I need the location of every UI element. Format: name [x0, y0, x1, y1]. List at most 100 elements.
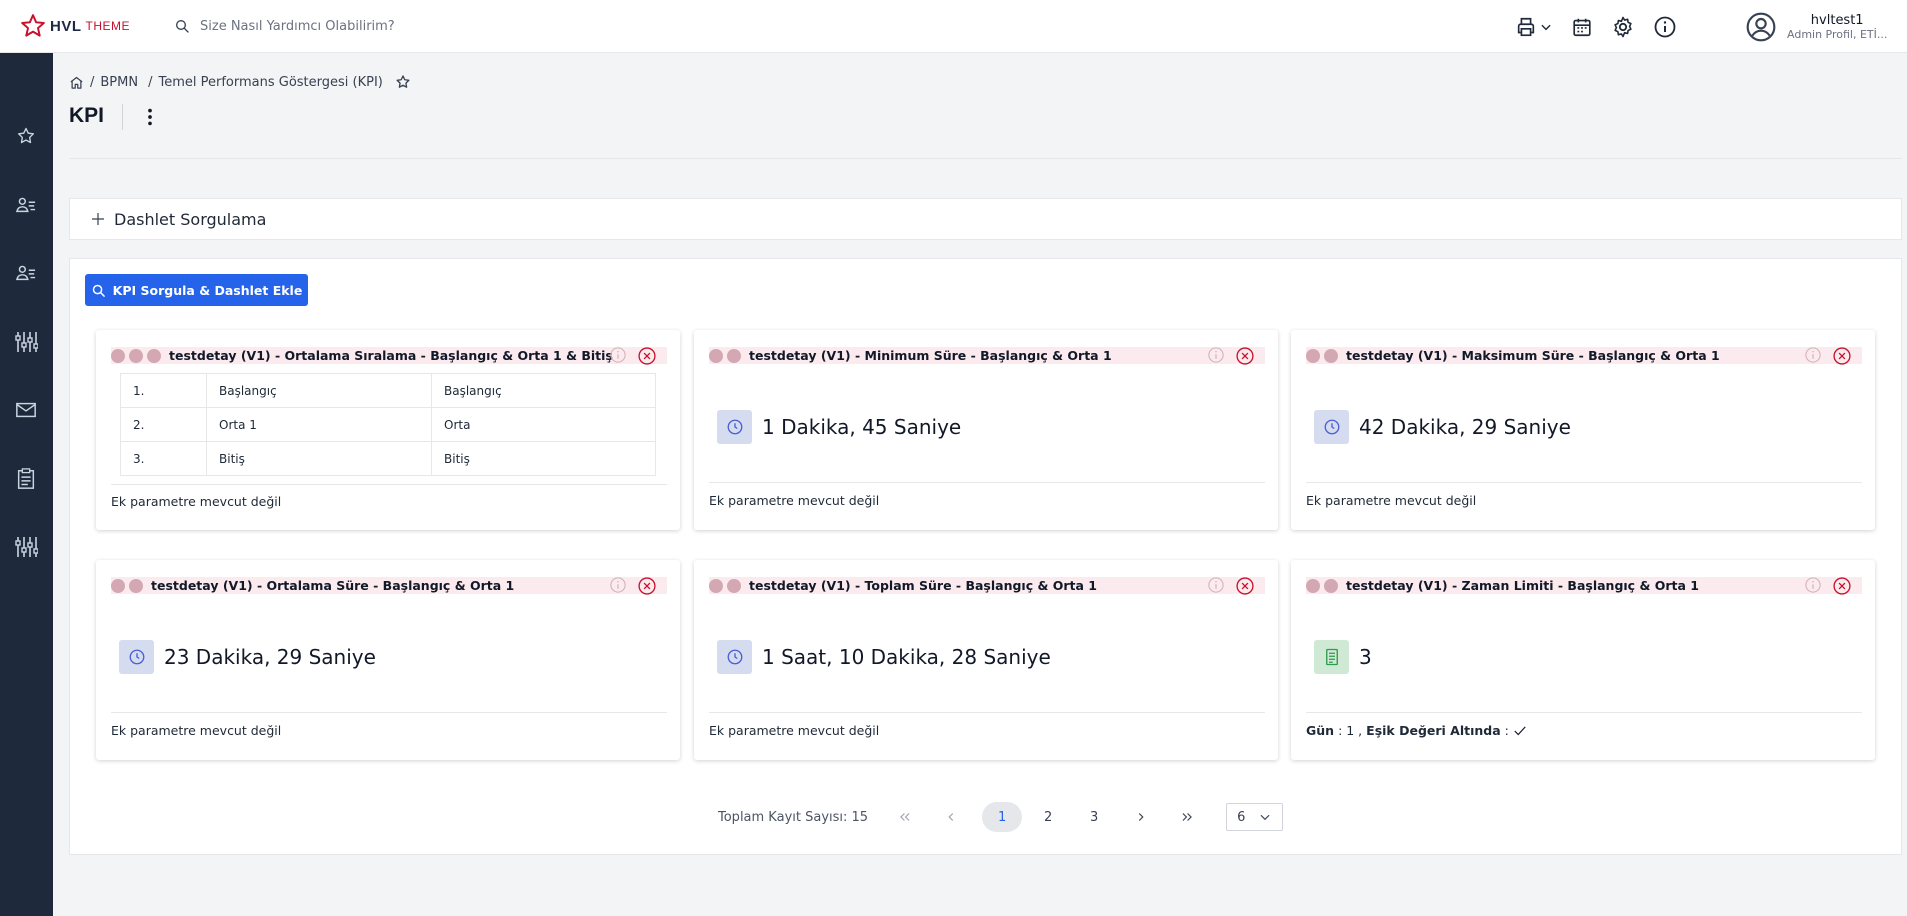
- settings-button[interactable]: [1611, 15, 1635, 39]
- info-icon[interactable]: [1207, 346, 1225, 364]
- page-button-2[interactable]: 2: [1028, 802, 1068, 832]
- pagination: Toplam Kayıt Sayısı: 15 1 2 3 6: [718, 802, 1284, 832]
- check-icon: [1514, 726, 1526, 735]
- card-header: testdetay (V1) - Zaman Limiti - Başlangı…: [1306, 576, 1862, 596]
- info-icon[interactable]: [609, 576, 627, 594]
- sidebar: [0, 53, 53, 916]
- info-icon[interactable]: [1804, 576, 1822, 594]
- top-actions: [1515, 0, 1677, 53]
- table-row: 1. Başlangıç Başlangıç: [120, 373, 656, 408]
- printer-icon: [1517, 17, 1535, 36]
- page-size-select[interactable]: 6: [1226, 803, 1284, 831]
- kpi-card-ortalama-siralama: testdetay (V1) - Ortalama Sıralama - Baş…: [96, 330, 680, 530]
- card-dots: [1306, 578, 1338, 593]
- card-divider: [1306, 482, 1862, 483]
- gun-value: : 1 ,: [1338, 723, 1363, 738]
- breadcrumb-item-bpmn[interactable]: BPMN: [100, 75, 138, 90]
- home-icon[interactable]: [69, 75, 84, 90]
- calendar-button[interactable]: [1571, 16, 1593, 38]
- sidebar-item-groups[interactable]: [13, 260, 39, 286]
- kpi-card-zaman-limiti: testdetay (V1) - Zaman Limiti - Başlangı…: [1291, 560, 1875, 760]
- search-box: [174, 18, 460, 34]
- kebab-menu-icon: [148, 108, 152, 126]
- page-button-1[interactable]: 1: [982, 802, 1023, 832]
- ranking-table: 1. Başlangıç Başlangıç 2. Orta 1 Orta 3. Biti…: [120, 373, 656, 476]
- sliders-icon: [15, 332, 38, 352]
- plus-icon: [92, 213, 104, 225]
- table-cell: Orta: [431, 407, 656, 442]
- clock-icon-box: [1314, 410, 1349, 444]
- table-cell: Bitiş: [431, 441, 656, 476]
- info-icon[interactable]: [609, 346, 627, 364]
- double-chevron-left-icon: [900, 813, 910, 821]
- info-icon[interactable]: [1804, 346, 1822, 364]
- status-dot: [1306, 348, 1320, 363]
- document-icon: [1325, 648, 1338, 666]
- sidebar-item-tasks[interactable]: [13, 466, 39, 492]
- kpi-value: 42 Dakika, 29 Saniye: [1314, 410, 1571, 444]
- total-records: Toplam Kayıt Sayısı: 15: [718, 809, 869, 825]
- prev-page-button[interactable]: [936, 802, 966, 832]
- last-page-button[interactable]: [1172, 802, 1202, 832]
- sidebar-item-settings[interactable]: [13, 534, 39, 560]
- kpi-query-add-button[interactable]: KPI Sorgula & Dashlet Ekle: [85, 274, 308, 306]
- breadcrumb-separator: /: [90, 74, 95, 90]
- search-icon: [92, 284, 105, 297]
- threshold-label: Eşik Değeri Altında: [1366, 723, 1501, 738]
- dashlet-query-toggle[interactable]: Dashlet Sorgulama: [69, 198, 1902, 240]
- breadcrumb: / BPMN / Temel Performans Göstergesi (KP…: [69, 74, 411, 90]
- info-icon: [1654, 16, 1676, 37]
- search-input[interactable]: [200, 18, 460, 34]
- close-icon[interactable]: [1832, 346, 1852, 366]
- card-dots: [111, 348, 161, 363]
- close-icon[interactable]: [637, 346, 657, 366]
- logo[interactable]: HVL THEME: [0, 13, 160, 39]
- title-divider: [122, 104, 123, 130]
- card-dots: [709, 578, 741, 593]
- kpi-value-text: 1 Dakika, 45 Saniye: [762, 415, 962, 439]
- close-icon[interactable]: [637, 576, 657, 596]
- close-icon[interactable]: [1235, 576, 1255, 596]
- brand-suffix: THEME: [85, 19, 130, 33]
- card-header: testdetay (V1) - Toplam Süre - Başlangıç…: [709, 576, 1265, 596]
- star-icon: [18, 127, 34, 144]
- card-footer: Ek parametre mevcut değil: [709, 723, 880, 738]
- clipboard-icon: [17, 468, 35, 489]
- print-menu-button[interactable]: [1515, 16, 1553, 38]
- info-icon[interactable]: [1207, 576, 1225, 594]
- sidebar-item-mail[interactable]: [13, 397, 39, 423]
- sidebar-item-users[interactable]: [13, 192, 39, 218]
- info-button[interactable]: [1653, 15, 1677, 39]
- next-page-button[interactable]: [1126, 802, 1156, 832]
- kpi-value-text: 42 Dakika, 29 Saniye: [1359, 415, 1571, 439]
- more-options-button[interactable]: [143, 106, 157, 132]
- status-dot: [1324, 348, 1338, 363]
- table-row: 2. Orta 1 Orta: [120, 407, 656, 442]
- card-title: testdetay (V1) - Ortalama Sıralama - Baş…: [169, 348, 613, 363]
- breadcrumb-separator: /: [148, 74, 153, 90]
- users-icon: [15, 265, 36, 281]
- sidebar-item-controls[interactable]: [13, 329, 39, 355]
- table-cell: 2.: [120, 407, 207, 442]
- status-dot: [111, 578, 125, 593]
- kpi-value-text: 1 Saat, 10 Dakika, 28 Saniye: [762, 645, 1051, 669]
- favorite-star-icon[interactable]: [395, 74, 411, 90]
- close-icon[interactable]: [1235, 346, 1255, 366]
- clock-icon-box: [717, 640, 752, 674]
- close-icon[interactable]: [1832, 576, 1852, 596]
- breadcrumb-item-kpi[interactable]: Temel Performans Göstergesi (KPI): [158, 75, 382, 90]
- kpi-value: 3: [1314, 640, 1372, 674]
- clock-icon: [129, 649, 144, 665]
- status-dot: [709, 578, 723, 593]
- user-menu[interactable]: hvltest1 Admin Profil, ETİ...: [1745, 0, 1887, 53]
- card-title: testdetay (V1) - Minimum Süre - Başlangı…: [749, 348, 1112, 363]
- card-title: testdetay (V1) - Zaman Limiti - Başlangı…: [1346, 578, 1699, 593]
- kpi-card-ortalama-sure: testdetay (V1) - Ortalama Süre - Başlang…: [96, 560, 680, 760]
- card-header: testdetay (V1) - Maksimum Süre - Başlang…: [1306, 346, 1862, 366]
- first-page-button[interactable]: [890, 802, 920, 832]
- search-icon[interactable]: [174, 18, 190, 34]
- page-button-3[interactable]: 3: [1074, 802, 1114, 832]
- sidebar-item-favorites[interactable]: [13, 123, 39, 149]
- card-title: testdetay (V1) - Maksimum Süre - Başlang…: [1346, 348, 1720, 363]
- double-chevron-right-icon: [1182, 813, 1192, 821]
